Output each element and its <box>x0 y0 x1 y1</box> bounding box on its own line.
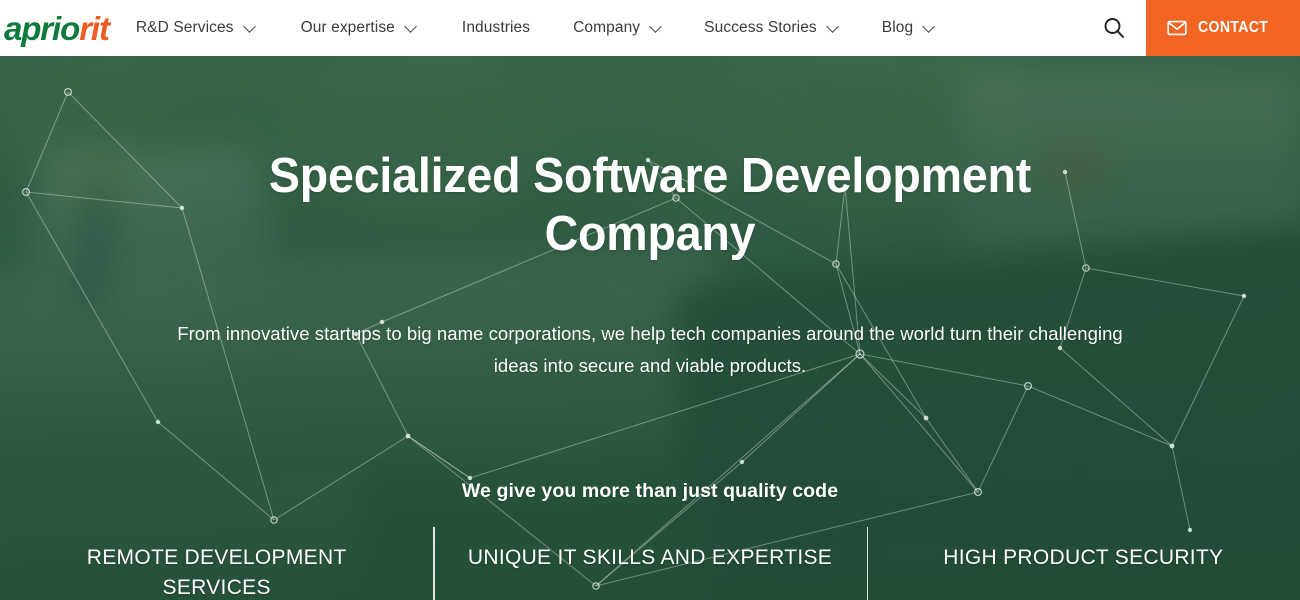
nav-label: Success Stories <box>704 19 817 37</box>
page-root: aprio rit R&D Services Our expertise Indu… <box>0 0 1300 600</box>
nav-label: Blog <box>881 19 914 37</box>
nav-item-rd-services[interactable]: R&D Services <box>135 0 256 56</box>
chevron-down-icon <box>242 19 256 33</box>
chevron-down-icon <box>649 19 663 33</box>
nav-item-success-stories[interactable]: Success Stories <box>704 0 839 56</box>
feature-remote-development-services[interactable]: REMOTE DEVELOPMENT SERVICES <box>0 543 433 600</box>
nav-item-our-expertise[interactable]: Our expertise <box>300 0 417 56</box>
nav-label: Industries <box>461 19 531 37</box>
nav-item-company[interactable]: Company <box>573 0 663 56</box>
envelope-icon <box>1167 20 1187 36</box>
logo-text-primary: aprio <box>4 9 80 47</box>
feature-unique-it-skills-and-expertise[interactable]: UNIQUE IT SKILLS AND EXPERTISE <box>433 527 866 600</box>
feature-label: HIGH PRODUCT SECURITY <box>943 546 1224 569</box>
site-header: aprio rit R&D Services Our expertise Indu… <box>0 0 1300 56</box>
chevron-down-icon <box>404 19 417 33</box>
hero-content: Specialized Software Development Company… <box>0 56 1300 600</box>
chevron-down-icon <box>825 19 839 33</box>
page-title: Specialized Software Development Company <box>268 149 1032 261</box>
hero-subtitle: From innovative startups to big name cor… <box>177 323 1123 376</box>
nav-item-industries[interactable]: Industries <box>462 0 530 56</box>
chevron-down-icon <box>922 19 936 33</box>
feature-high-product-security[interactable]: HIGH PRODUCT SECURITY <box>866 527 1300 600</box>
search-icon <box>1104 18 1125 38</box>
feature-label: REMOTE DEVELOPMENT SERVICES <box>86 546 347 599</box>
feature-label: UNIQUE IT SKILLS AND EXPERTISE <box>467 546 833 569</box>
site-logo[interactable]: aprio rit <box>0 0 110 56</box>
contact-button[interactable]: CONTACT <box>1146 0 1300 56</box>
hero-tagline: We give you more than just quality code <box>461 480 839 502</box>
logo-text-accent: rit <box>79 9 110 47</box>
nav-label: R&D Services <box>135 19 234 37</box>
hero-banner: Specialized Software Development Company… <box>0 56 1300 600</box>
contact-button-label: CONTACT <box>1198 19 1269 36</box>
search-button[interactable] <box>1086 0 1142 56</box>
nav-label: Our expertise <box>300 19 395 37</box>
nav-label: Company <box>573 19 641 37</box>
hero-feature-list: REMOTE DEVELOPMENT SERVICES UNIQUE IT SK… <box>0 527 1300 600</box>
nav-item-blog[interactable]: Blog <box>881 0 936 56</box>
main-navigation: R&D Services Our expertise Industries Co… <box>136 0 1146 56</box>
